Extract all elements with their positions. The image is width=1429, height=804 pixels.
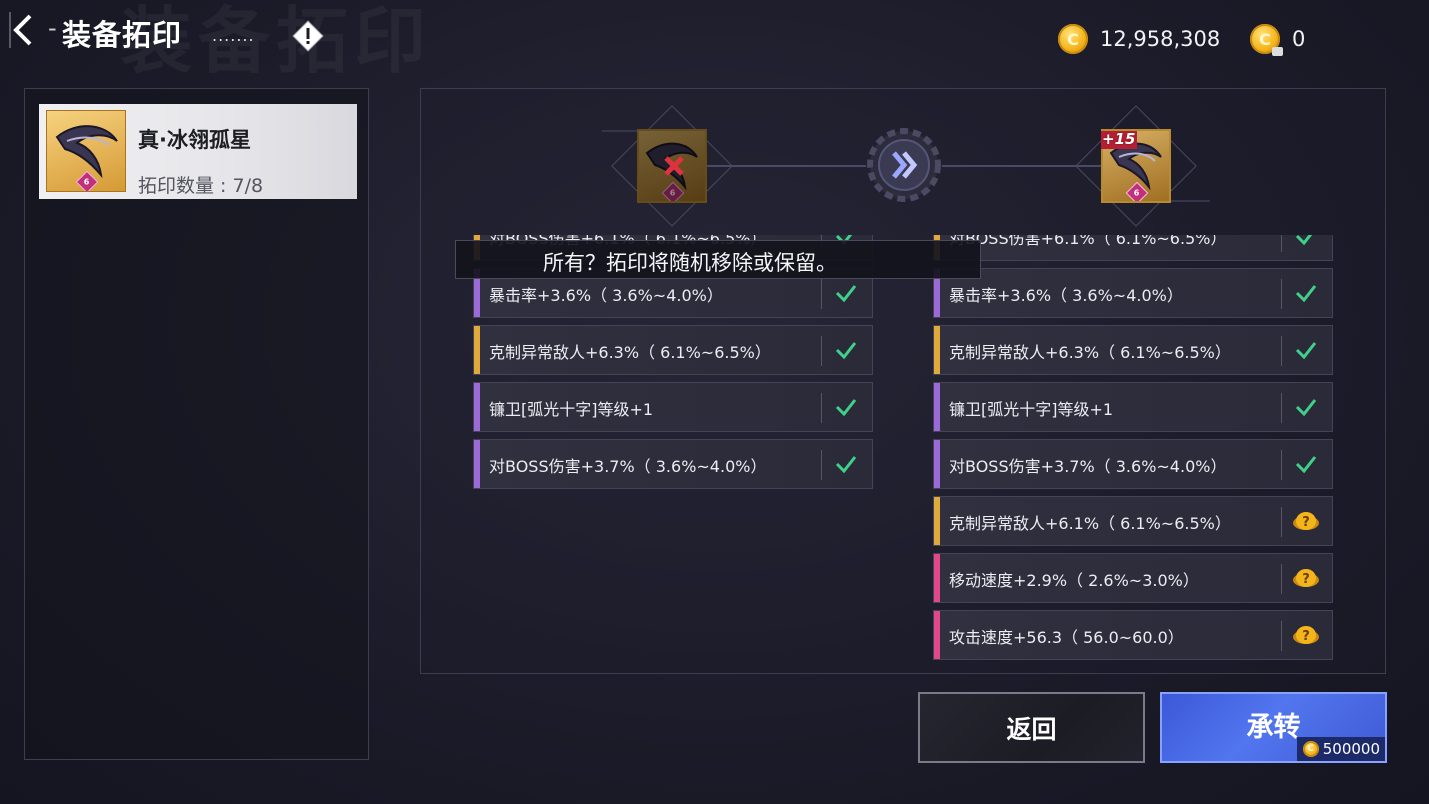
stat-rarity-bar	[934, 611, 940, 659]
stat-text: 暴击率+3.6%（ 3.6%~4.0%）	[489, 286, 723, 305]
svg-text:?: ?	[1302, 515, 1310, 530]
stat-rarity-bar	[474, 440, 480, 488]
stat-row: 对BOSS伤害+3.7%（ 3.6%~4.0%）	[473, 439, 873, 489]
transfer-button-label: 承转	[1246, 712, 1301, 743]
check-icon	[1294, 281, 1318, 305]
random-question-icon: ?	[1292, 624, 1320, 648]
stat-divider	[1281, 393, 1282, 423]
stat-text: 攻击速度+56.3（ 56.0~60.0）	[949, 628, 1184, 647]
connector-line	[602, 130, 642, 132]
stat-row: 移动速度+2.9%（ 2.6%~3.0%）?	[933, 553, 1333, 603]
random-question-icon: ?	[1292, 567, 1320, 591]
title-dots: .......	[212, 26, 255, 45]
locked-currency: C 0	[1250, 22, 1305, 56]
remove-x-icon	[663, 155, 685, 177]
stat-row: 攻击速度+56.3（ 56.0~60.0）?	[933, 610, 1333, 660]
stat-text: 镰卫[弧光十字]等级+1	[489, 400, 654, 419]
stat-rarity-bar	[934, 326, 940, 374]
transfer-cost-amount: 500000	[1322, 740, 1380, 758]
stat-divider	[1281, 621, 1282, 651]
stat-row: 对BOSS伤害+3.7%（ 3.6%~4.0%）	[933, 439, 1333, 489]
stat-text: 克制异常敌人+6.3%（ 6.1%~6.5%）	[949, 343, 1231, 362]
stat-row: 克制异常敌人+6.3%（ 6.1%~6.5%）	[473, 325, 873, 375]
stat-row: 克制异常敌人+6.1%（ 6.1%~6.5%）?	[933, 496, 1333, 546]
back-button-label: 返回	[1006, 714, 1057, 744]
check-icon	[834, 281, 858, 305]
stat-text: 暴击率+3.6%（ 3.6%~4.0%）	[949, 286, 1183, 305]
check-icon	[1294, 338, 1318, 362]
stat-rarity-bar	[934, 383, 940, 431]
equipment-list-panel: 6 真·冰翎孤星 拓印数量 : 7/8	[24, 88, 369, 760]
check-icon	[834, 452, 858, 476]
hint-text: 所有？拓印将随机移除或保留。	[543, 251, 837, 275]
equipment-name: 真·冰翎孤星	[138, 128, 251, 152]
stat-divider	[821, 393, 822, 423]
hint-tooltip: 所有？拓印将随机移除或保留。	[455, 240, 981, 279]
transfer-button[interactable]: 承转 C 500000	[1160, 692, 1387, 763]
enhance-level: +15	[1102, 130, 1136, 148]
stat-text: 对BOSS伤害+3.7%（ 3.6%~4.0%）	[489, 457, 767, 476]
stat-rarity-bar	[934, 554, 940, 602]
check-icon	[834, 338, 858, 362]
back-button[interactable]: 返回	[918, 692, 1145, 763]
stat-row: 暴击率+3.6%（ 3.6%~4.0%）	[933, 268, 1333, 318]
stat-divider	[821, 336, 822, 366]
stat-row: 镰卫[弧光十字]等级+1	[473, 382, 873, 432]
stat-row: 克制异常敌人+6.3%（ 6.1%~6.5%）	[933, 325, 1333, 375]
back-arrow-icon[interactable]	[4, 8, 48, 52]
stat-text: 镰卫[弧光十字]等级+1	[949, 400, 1114, 419]
check-icon	[834, 395, 858, 419]
info-icon[interactable]	[291, 19, 325, 53]
stat-rarity-bar	[934, 440, 940, 488]
random-question-icon: ?	[1292, 510, 1320, 534]
gold-currency: C 12,958,308	[1058, 22, 1220, 56]
equipment-thumbnail: 6	[46, 110, 126, 192]
gold-coin-icon: C	[1302, 741, 1319, 757]
stat-row: 镰卫[弧光十字]等级+1	[933, 382, 1333, 432]
stat-divider	[1281, 507, 1282, 537]
check-icon	[1294, 452, 1318, 476]
gold-amount: 12,958,308	[1100, 27, 1221, 51]
stat-rarity-bar	[934, 497, 940, 545]
locked-coin-icon: C	[1250, 24, 1283, 56]
locked-amount: 0	[1292, 27, 1306, 51]
stat-divider	[1281, 564, 1282, 594]
stat-divider	[821, 450, 822, 480]
transfer-cost: C 500000	[1296, 737, 1385, 761]
title-dash: -	[48, 14, 57, 42]
svg-text:?: ?	[1302, 629, 1310, 644]
svg-text:?: ?	[1302, 572, 1310, 587]
stat-text: 移动速度+2.9%（ 2.6%~3.0%）	[949, 571, 1199, 590]
stat-text: 克制异常敌人+6.1%（ 6.1%~6.5%）	[949, 514, 1231, 533]
connector-line	[1170, 200, 1210, 202]
equipment-list-item[interactable]: 6 真·冰翎孤星 拓印数量 : 7/8	[39, 104, 357, 199]
gold-coin-icon: C	[1058, 24, 1088, 54]
stat-divider	[1281, 279, 1282, 309]
stat-text: 对BOSS伤害+3.7%（ 3.6%~4.0%）	[949, 457, 1227, 476]
stat-divider	[821, 279, 822, 309]
transfer-arrow-icon	[866, 127, 942, 203]
stat-divider	[1281, 450, 1282, 480]
stat-rarity-bar	[474, 326, 480, 374]
stat-text: 克制异常敌人+6.3%（ 6.1%~6.5%）	[489, 343, 771, 362]
stat-divider	[1281, 336, 1282, 366]
check-icon	[1294, 395, 1318, 419]
imprint-count: 拓印数量 : 7/8	[138, 175, 264, 197]
stat-rarity-bar	[474, 383, 480, 431]
page-title: 装备拓印	[62, 18, 183, 52]
